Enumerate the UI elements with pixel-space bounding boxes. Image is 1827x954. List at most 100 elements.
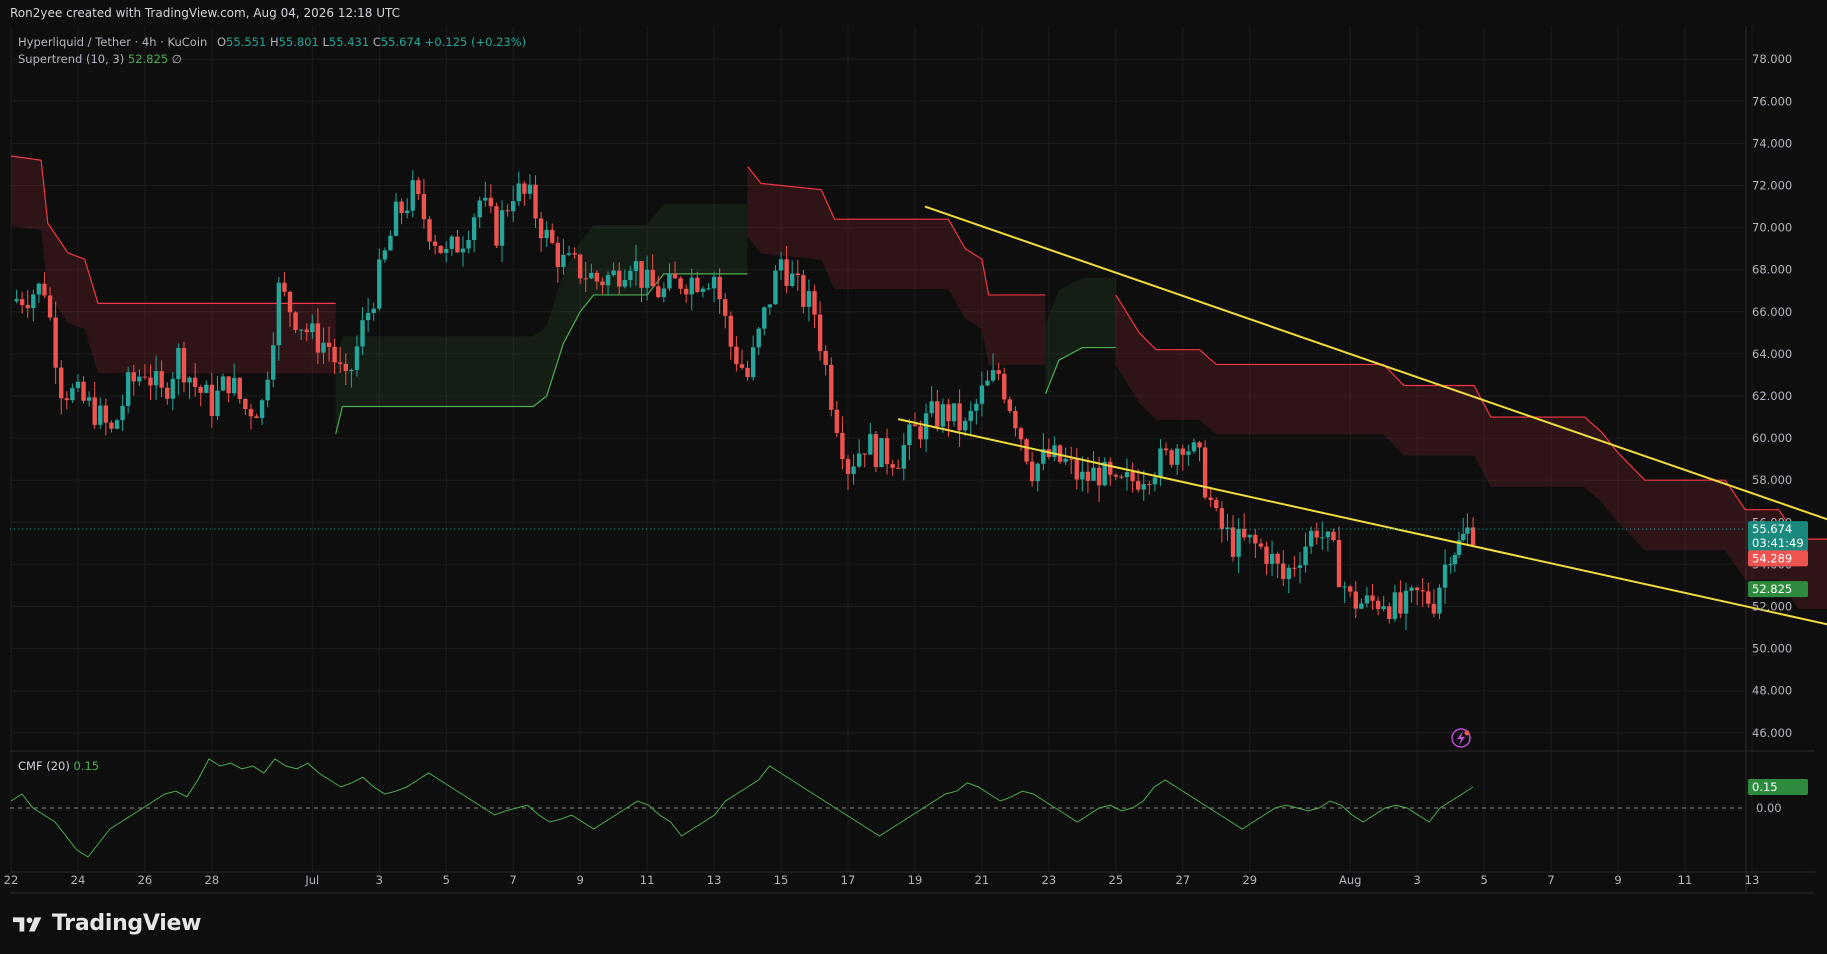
supertrend-name[interactable]: Supertrend (10, 3) xyxy=(18,52,124,66)
candle-body xyxy=(1085,471,1091,481)
candle-body xyxy=(404,210,410,214)
cmf-name[interactable]: CMF (20) xyxy=(18,759,70,773)
change-value: +0.125 (+0.23%) xyxy=(424,35,527,49)
candle-body xyxy=(282,282,287,292)
candle-body xyxy=(1007,399,1013,411)
candle-body xyxy=(745,367,750,378)
candle-body xyxy=(131,372,136,382)
candle-body xyxy=(466,239,471,249)
time-tick-label: 23 xyxy=(1042,873,1057,887)
candle-body xyxy=(326,342,332,347)
price-chart[interactable]: 46.00048.00050.00052.00054.00056.00058.0… xyxy=(0,0,1827,954)
candle-body xyxy=(979,385,985,404)
candle-body xyxy=(717,276,722,300)
candle-body xyxy=(1152,477,1158,485)
candle-body xyxy=(1029,461,1035,482)
candle-body xyxy=(499,210,505,246)
candle-body xyxy=(53,317,58,368)
candle-body xyxy=(801,275,806,307)
candle-body xyxy=(762,307,767,329)
candle-body xyxy=(834,409,840,433)
candle-body xyxy=(1208,497,1213,500)
candle-body xyxy=(31,294,36,309)
supertrend-row: Supertrend (10, 3) 52.825 ∅ xyxy=(18,51,526,68)
candle-body xyxy=(1135,481,1141,490)
candle-body xyxy=(243,399,248,410)
candle-body xyxy=(1247,534,1252,538)
candle-body xyxy=(511,201,516,212)
candle-body xyxy=(1202,447,1208,498)
time-tick-label: 29 xyxy=(1242,873,1257,887)
candle-body xyxy=(1197,442,1202,448)
high-label: H xyxy=(269,35,279,49)
time-tick-label: 13 xyxy=(1745,873,1760,887)
open-value: 55.551 xyxy=(226,35,267,49)
candle-body xyxy=(739,364,745,368)
alert-dot xyxy=(1464,730,1470,736)
candle-body xyxy=(806,291,812,307)
candle-body xyxy=(1124,472,1130,478)
candle-body xyxy=(522,183,527,194)
candle-body xyxy=(460,248,466,253)
candle-body xyxy=(399,201,404,214)
candle-body xyxy=(1236,528,1241,557)
time-tick-label: 22 xyxy=(4,873,19,887)
candle-body xyxy=(890,464,895,468)
candle-body xyxy=(1219,508,1225,529)
price-badge-text: 03:41:49 xyxy=(1752,536,1804,550)
time-tick-label: 27 xyxy=(1175,873,1190,887)
candle-body xyxy=(1180,448,1185,455)
candle-body xyxy=(388,235,393,251)
candle-body xyxy=(1119,476,1124,478)
candle-body xyxy=(159,371,164,388)
time-tick-label: Jul xyxy=(304,873,319,887)
time-tick-label: 26 xyxy=(138,873,153,887)
candle-body xyxy=(192,377,198,387)
price-tick-label: 76.000 xyxy=(1752,94,1792,108)
ohlc-row: Hyperliquid / Tether · 4h · KuCoin O55.5… xyxy=(18,34,526,51)
candle-body xyxy=(773,270,778,305)
candle-body xyxy=(1158,448,1163,478)
supertrend-value: 52.825 xyxy=(127,52,169,66)
candle-body xyxy=(750,347,756,378)
cmf-value: 0.15 xyxy=(73,759,100,773)
candle-body xyxy=(226,376,231,394)
candle-body xyxy=(1225,527,1230,529)
candle-body xyxy=(706,288,711,290)
price-tick-label: 72.000 xyxy=(1752,179,1792,193)
candle-body xyxy=(577,254,583,279)
candle-body xyxy=(1292,567,1297,569)
tradingview-brand[interactable]: TradingView xyxy=(12,911,201,936)
candle-body xyxy=(1359,603,1364,609)
candle-body xyxy=(723,299,728,316)
candle-body xyxy=(1331,531,1336,540)
symbol-title[interactable]: Hyperliquid / Tether · 4h · KuCoin xyxy=(18,35,207,49)
candle-body xyxy=(1387,606,1392,619)
candle-body xyxy=(64,398,69,401)
candle-body xyxy=(605,275,611,286)
candle-body xyxy=(215,390,220,417)
candle-body xyxy=(360,320,365,347)
candle-body xyxy=(293,312,298,331)
candle-body xyxy=(1381,606,1386,610)
candle-body xyxy=(1024,439,1029,462)
time-tick-label: 15 xyxy=(774,873,789,887)
candle-body xyxy=(25,304,30,309)
candle-body xyxy=(1080,471,1085,480)
candle-body xyxy=(1141,484,1146,490)
candle-body xyxy=(393,201,399,236)
candle-body xyxy=(1465,527,1470,534)
candle-body xyxy=(1303,546,1308,566)
candle-body xyxy=(795,273,800,276)
candle-body xyxy=(1320,537,1325,539)
candle-body xyxy=(14,299,19,302)
time-tick-label: 9 xyxy=(576,873,583,887)
candle-body xyxy=(1414,587,1420,591)
candle-body xyxy=(471,217,477,240)
candle-body xyxy=(1096,467,1102,486)
candle-body xyxy=(432,241,438,246)
candle-body xyxy=(996,370,1001,374)
candle-body xyxy=(583,278,588,280)
candle-body xyxy=(1297,565,1303,568)
candle-body xyxy=(198,386,203,393)
